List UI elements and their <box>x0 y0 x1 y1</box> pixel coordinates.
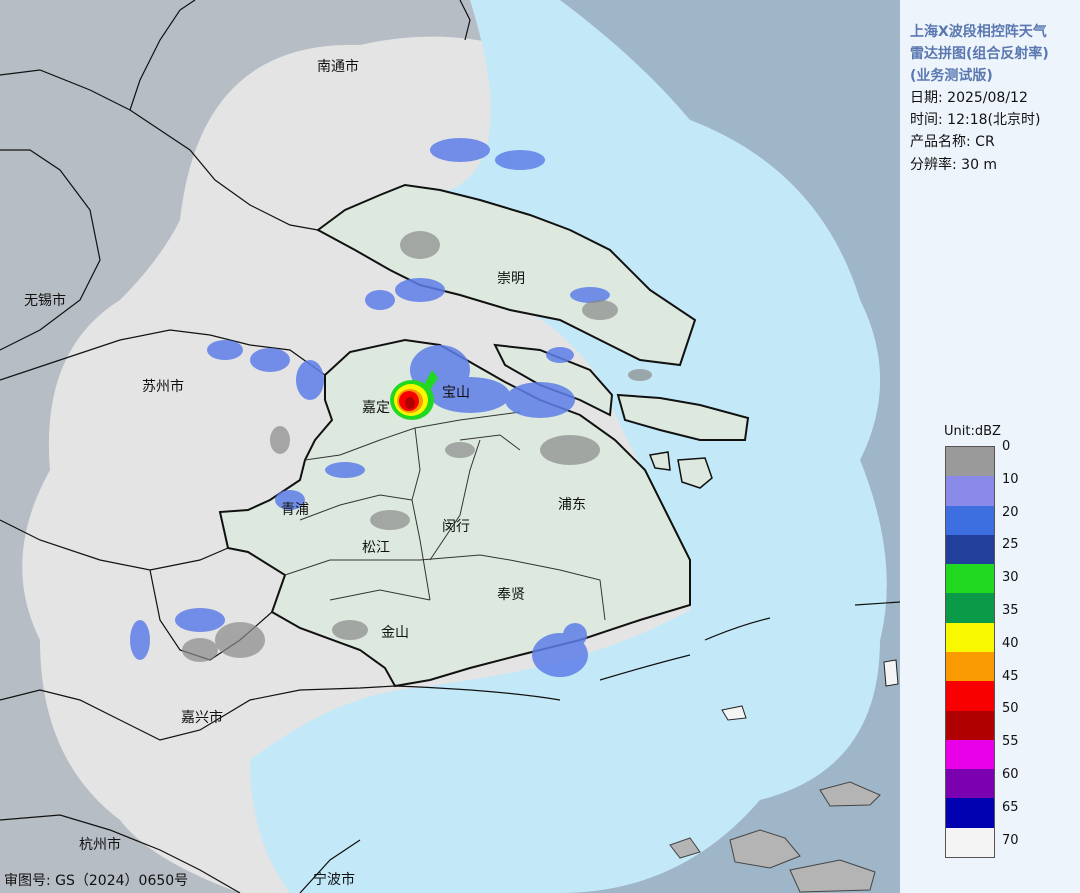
legend-tick-label: 55 <box>1002 734 1019 750</box>
district-label-pudong: 浦东 <box>558 497 586 513</box>
city-label-jiaxing: 嘉兴市 <box>181 710 223 726</box>
legend-tick-label: 20 <box>1002 504 1019 520</box>
district-label-minhang: 闵行 <box>442 519 470 535</box>
legend-tick-label: 25 <box>1002 537 1019 553</box>
legend-swatch <box>946 827 994 858</box>
panel-product: 产品名称: CR <box>910 134 995 150</box>
city-label-nantong: 南通市 <box>317 59 359 75</box>
district-label-chongming: 崇明 <box>497 271 525 287</box>
legend-swatch <box>946 534 994 565</box>
legend-swatch <box>946 652 994 682</box>
legend-swatch <box>946 564 994 594</box>
legend-swatch <box>946 622 994 653</box>
legend-swatch <box>946 798 994 829</box>
district-label-jinshan: 金山 <box>381 625 409 641</box>
legend-swatch <box>946 769 994 799</box>
legend-swatch <box>946 710 994 741</box>
district-label-qingpu: 青浦 <box>281 502 309 518</box>
panel-date: 日期: 2025/08/12 <box>910 90 1028 106</box>
legend-swatch <box>946 681 994 712</box>
legend-tick-label: 45 <box>1002 668 1019 684</box>
legend-swatch <box>946 593 994 624</box>
legend-tick-label: 70 <box>1002 832 1019 848</box>
radar-map <box>0 0 900 893</box>
district-label-jiading: 嘉定 <box>362 400 390 416</box>
panel-title-line-2: 雷达拼图(组合反射率) <box>910 46 1049 62</box>
legend-swatch <box>946 476 994 507</box>
legend-tick-label: 30 <box>1002 570 1019 586</box>
legend-tick-label: 0 <box>1002 439 1011 454</box>
city-label-ningbo: 宁波市 <box>313 872 355 888</box>
panel-title-line-1: 上海X波段相控阵天气 <box>910 24 1047 40</box>
legend-tick-label: 60 <box>1002 767 1019 782</box>
legend-unit: Unit:dBZ <box>944 424 1001 439</box>
district-label-songjiang: 松江 <box>362 540 390 556</box>
legend-tick-label: 40 <box>1002 635 1019 651</box>
legend-tick-label: 35 <box>1002 603 1019 618</box>
legend-tick-label: 10 <box>1002 471 1019 487</box>
legend-swatch <box>946 739 994 770</box>
city-label-suzhou: 苏州市 <box>142 379 184 395</box>
district-label-baoshan: 宝山 <box>442 385 470 401</box>
panel-resolution: 分辨率: 30 m <box>910 157 998 173</box>
map-review-number: 审图号: GS（2024）0650号 <box>4 873 189 889</box>
city-label-hangzhou: 杭州市 <box>79 837 121 853</box>
panel-title-line-3: (业务测试版) <box>910 68 993 84</box>
legend-tick-label: 50 <box>1002 701 1019 717</box>
panel-time: 时间: 12:18(北京时) <box>910 112 1041 128</box>
legend-tick-label: 65 <box>1002 799 1019 815</box>
district-label-fengxian: 奉贤 <box>497 587 525 603</box>
small-island <box>883 659 899 687</box>
city-label-wuxi: 无锡市 <box>24 293 66 309</box>
legend-color-bar <box>945 446 995 858</box>
legend-swatch <box>946 447 994 477</box>
legend-swatch <box>946 505 994 536</box>
